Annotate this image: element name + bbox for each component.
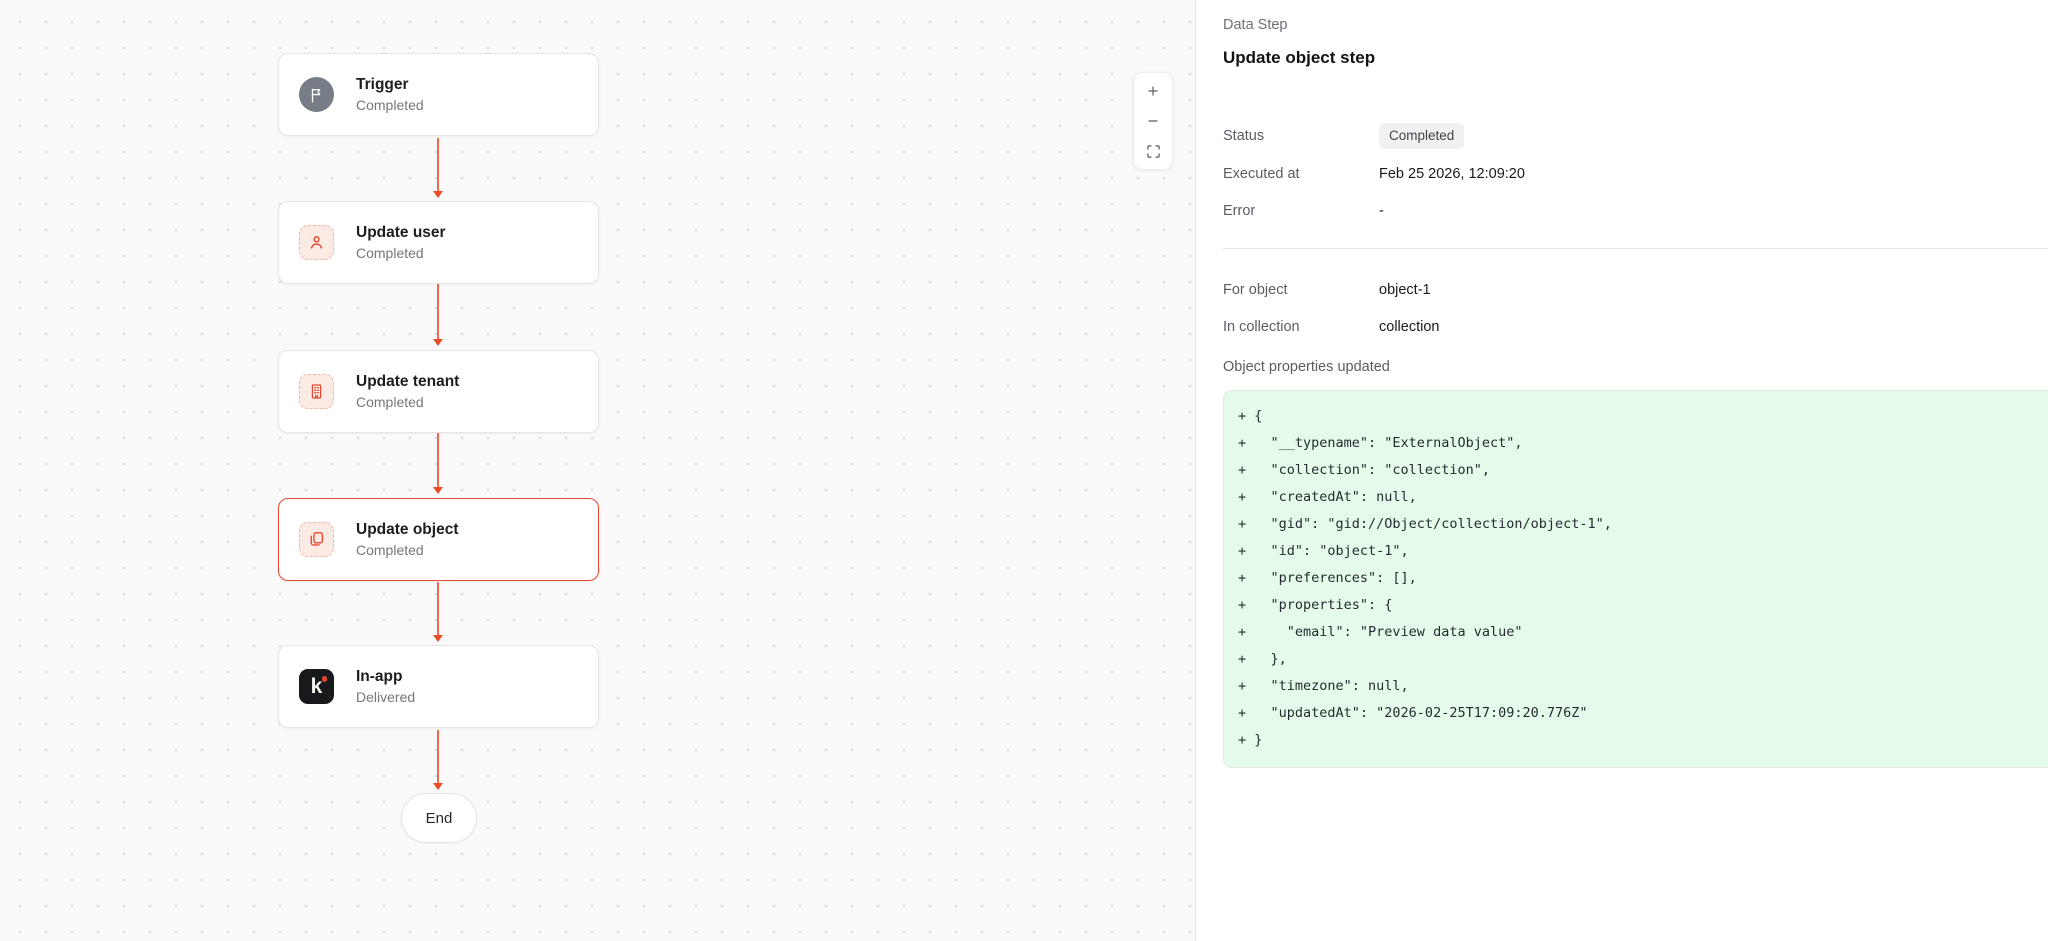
diff-line: + "timezone": null, [1238,673,2048,700]
object-link[interactable]: object-1 [1379,282,1431,298]
flow-node-update-object[interactable]: Update object Completed [278,498,599,581]
node-title: Update object [356,521,458,539]
connector-arrow [432,730,444,790]
error-row: Error - [1223,192,2048,230]
flow-node-in-app[interactable]: k In-app Delivered [278,645,599,728]
node-status: Completed [356,542,458,558]
building-icon [299,374,334,409]
executed-at-row: Executed at Feb 25 2026, 12:09:20 [1223,155,2048,193]
diff-line: + "collection": "collection", [1238,457,2048,484]
canvas-zoom-controls [1133,72,1173,170]
diff-line: + "id": "object-1", [1238,538,2048,565]
executed-at-label: Executed at [1223,166,1379,182]
node-title: Update user [356,224,446,242]
node-title: In-app [356,668,415,686]
knock-icon: k [299,669,334,704]
connector-arrow [432,284,444,346]
error-value: - [1379,203,1384,219]
panel-divider [1223,248,2048,249]
copy-icon [299,522,334,557]
diff-line: + }, [1238,646,2048,673]
diff-line: + "preferences": [], [1238,565,2048,592]
executed-at-value: Feb 25 2026, 12:09:20 [1379,166,1525,182]
node-status: Completed [356,394,459,410]
status-label: Status [1223,128,1379,144]
diff-heading: Object properties updated [1223,359,1390,375]
flag-icon [299,77,334,112]
page-title: Update object step [1223,48,1375,68]
step-detail-panel: Data Step Update object step Status Comp… [1197,0,2048,941]
knock-dot [322,676,328,682]
in-collection-row: In collection collection [1223,308,2048,346]
node-status: Completed [356,245,446,261]
error-label: Error [1223,203,1379,219]
zoom-out-button[interactable] [1134,106,1172,136]
connector-arrow [432,582,444,642]
object-properties-diff: + { + "__typename": "ExternalObject", + … [1223,390,2048,768]
in-collection-label: In collection [1223,319,1379,335]
for-object-row: For object object-1 [1223,271,2048,309]
node-status: Completed [356,97,424,113]
user-icon [299,225,334,260]
diff-line: + } [1238,727,2048,754]
connector-arrow [432,138,444,198]
fit-view-icon [1146,144,1161,159]
node-status: Delivered [356,689,415,705]
diff-line: + "__typename": "ExternalObject", [1238,430,2048,457]
step-type-label: Data Step [1223,17,1288,33]
diff-line: + { [1238,403,2048,430]
diff-line: + "properties": { [1238,592,2048,619]
zoom-in-icon [1146,84,1160,98]
end-label: End [426,810,453,827]
status-row: Status Completed [1223,117,2048,155]
diff-line: + "gid": "gid://Object/collection/object… [1238,511,2048,538]
flow-node-update-tenant[interactable]: Update tenant Completed [278,350,599,433]
zoom-out-icon [1146,114,1160,128]
for-object-label: For object [1223,282,1379,298]
fit-view-button[interactable] [1134,136,1172,166]
diff-line: + "createdAt": null, [1238,484,2048,511]
collection-link[interactable]: collection [1379,319,1439,335]
flow-node-trigger[interactable]: Trigger Completed [278,53,599,136]
diff-line: + "email": "Preview data value" [1238,619,2048,646]
knock-letter: k [311,676,323,697]
node-title: Update tenant [356,373,459,391]
connector-arrow [432,433,444,494]
zoom-in-button[interactable] [1134,76,1172,106]
flow-node-end: End [401,793,477,843]
workflow-canvas[interactable]: Trigger Completed Update user Completed … [0,0,1196,941]
status-badge: Completed [1379,123,1464,148]
flow-node-update-user[interactable]: Update user Completed [278,201,599,284]
node-title: Trigger [356,76,424,94]
diff-line: + "updatedAt": "2026-02-25T17:09:20.776Z… [1238,700,2048,727]
